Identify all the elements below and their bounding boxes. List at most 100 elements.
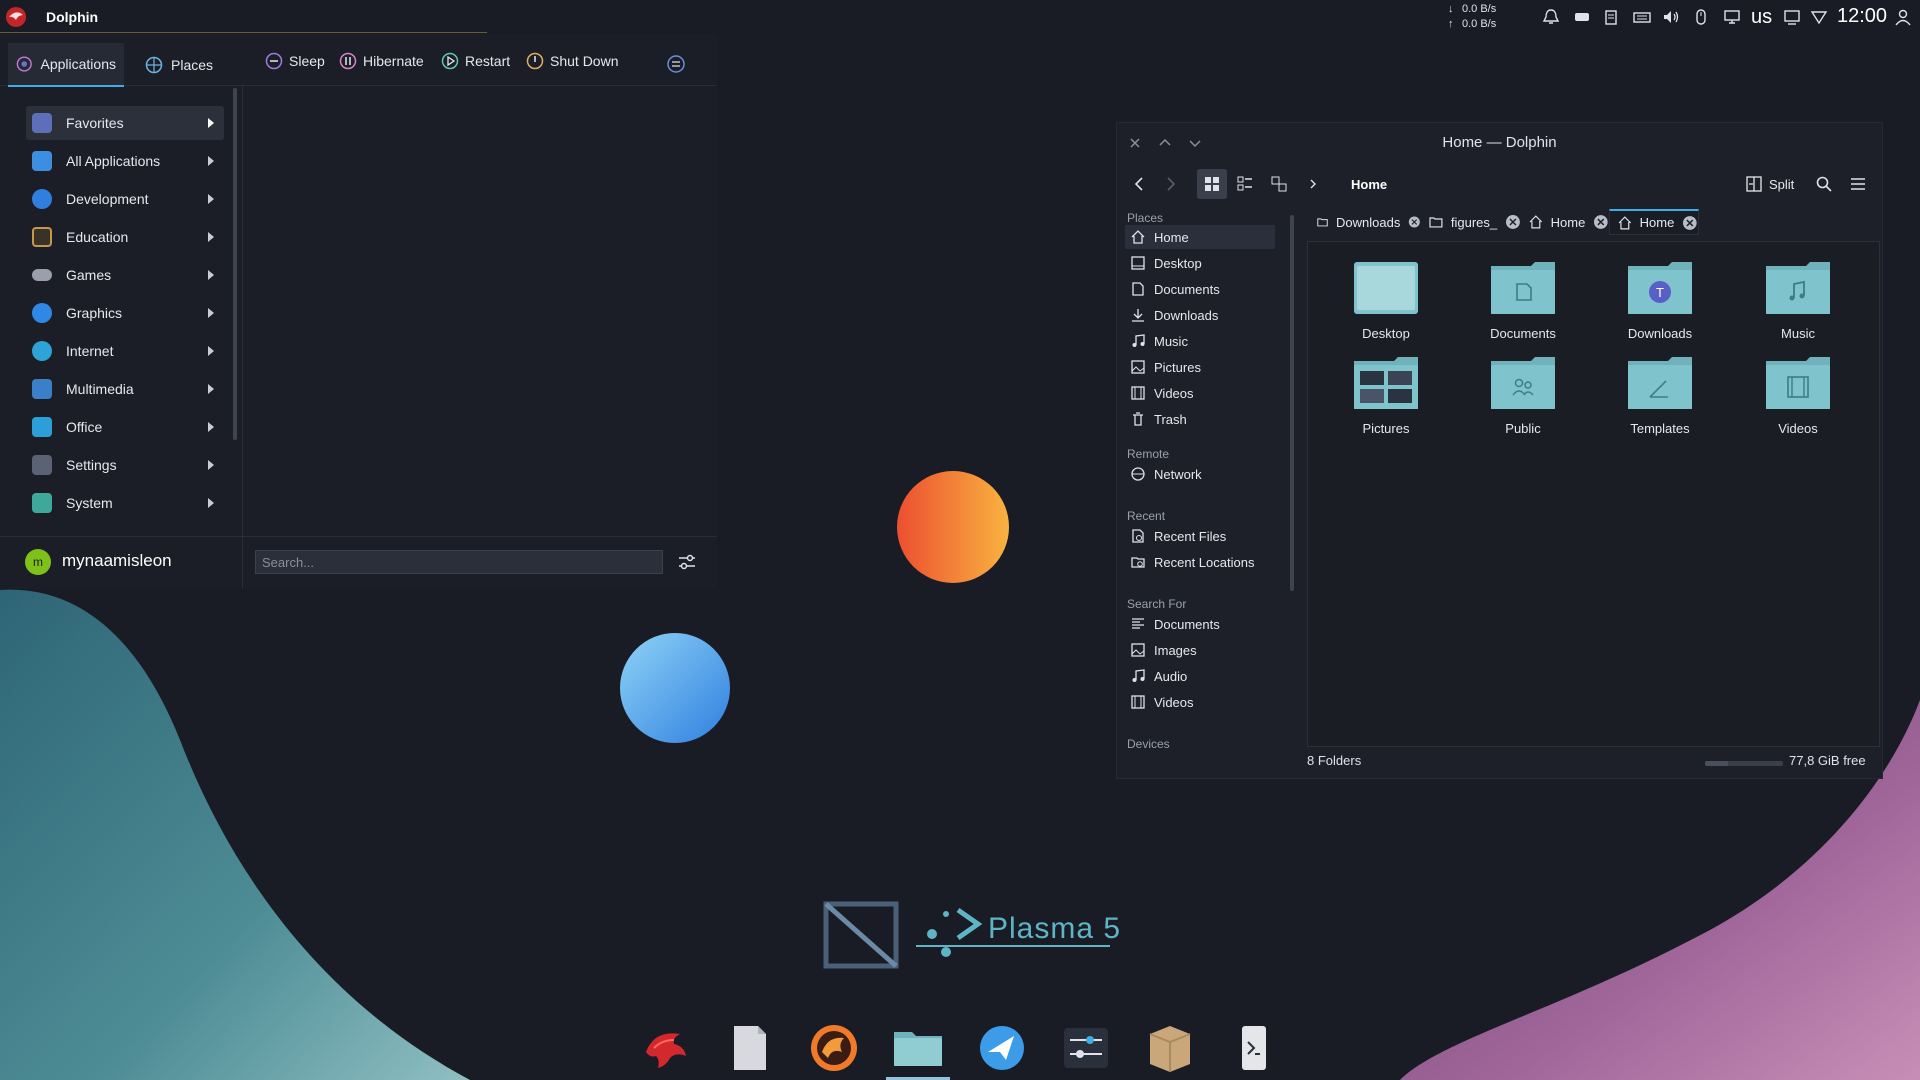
category-internet[interactable]: Internet — [26, 334, 224, 368]
breadcrumb[interactable]: Home — [1351, 177, 1387, 192]
screen-icon[interactable] — [1783, 8, 1801, 26]
split-button[interactable]: Split — [1745, 175, 1794, 193]
display-icon[interactable] — [1723, 8, 1741, 26]
forward-button[interactable] — [1155, 169, 1185, 199]
avatar[interactable]: m — [25, 549, 51, 575]
tab-figures[interactable]: figures_ — [1421, 209, 1521, 235]
sleep-button[interactable]: Sleep — [265, 52, 325, 70]
restart-button[interactable]: Restart — [441, 52, 510, 70]
category-development[interactable]: Development — [26, 182, 224, 216]
keyboard-icon[interactable] — [1633, 8, 1651, 26]
sidebar-item-label: Recent Locations — [1154, 554, 1255, 570]
category-label: Favorites — [66, 115, 124, 131]
tab-applications[interactable]: Applications — [8, 43, 124, 87]
folder-name: Music — [1781, 326, 1815, 341]
folder-videos[interactable]: Videos — [1738, 351, 1858, 441]
category-label: Internet — [66, 343, 114, 359]
clipboard-icon[interactable] — [1602, 8, 1620, 26]
icons-view-button[interactable] — [1197, 169, 1227, 199]
tab-downloads[interactable]: Downloads — [1309, 209, 1421, 235]
package-icon[interactable] — [1144, 1022, 1196, 1074]
notifications-icon[interactable] — [1542, 8, 1560, 26]
category-multimedia[interactable]: Multimedia — [26, 372, 224, 406]
wifi-icon[interactable] — [1810, 8, 1828, 26]
details-view-button[interactable] — [1264, 169, 1294, 199]
garuda-menu-icon[interactable] — [4, 6, 28, 28]
search-input[interactable] — [255, 550, 663, 574]
sidebar-item-recent-locations[interactable]: Recent Locations — [1125, 550, 1275, 574]
category-system[interactable]: System — [26, 486, 224, 520]
shutdown-icon — [526, 52, 544, 70]
sidebar-item-label: Videos — [1154, 694, 1194, 710]
file-view[interactable]: Desktop Documents T Downloads Music Pict… — [1307, 241, 1880, 747]
folder-templates[interactable]: Templates — [1600, 351, 1720, 441]
folder-documents-icon — [1491, 262, 1555, 314]
sidebar-item-search-audio[interactable]: Audio — [1125, 664, 1275, 688]
category-label: Development — [66, 191, 149, 207]
system-settings-icon[interactable] — [1060, 1022, 1112, 1074]
shutdown-button[interactable]: Shut Down — [526, 52, 618, 70]
category-education[interactable]: Education — [26, 220, 224, 254]
sidebar-item-trash[interactable]: Trash — [1125, 407, 1275, 431]
folder-pictures-icon — [1354, 357, 1418, 409]
category-scrollbar[interactable] — [233, 88, 237, 440]
sidebar-item-music[interactable]: Music — [1125, 329, 1275, 353]
sidebar-item-home[interactable]: Home — [1125, 225, 1275, 249]
close-tab-icon[interactable] — [1593, 214, 1609, 230]
category-favorites[interactable]: Favorites — [26, 106, 224, 140]
back-button[interactable] — [1125, 169, 1155, 199]
folder-documents[interactable]: Documents — [1463, 256, 1583, 346]
sidebar-item-search-documents[interactable]: Documents — [1125, 612, 1275, 636]
folder-downloads[interactable]: T Downloads — [1600, 256, 1720, 346]
sidebar-item-network[interactable]: Network — [1125, 462, 1275, 486]
category-settings[interactable]: Settings — [26, 448, 224, 482]
mouse-icon[interactable] — [1692, 8, 1710, 26]
places-panel: Places Home Desktop Documents Downloads … — [1117, 211, 1287, 776]
sidebar-item-search-videos[interactable]: Videos — [1125, 690, 1275, 714]
category-all-applications[interactable]: All Applications — [26, 144, 224, 178]
firedragon-browser-icon[interactable] — [808, 1022, 860, 1074]
category-office[interactable]: Office — [26, 410, 224, 444]
sidebar-item-videos[interactable]: Videos — [1125, 381, 1275, 405]
sidebar-item-documents[interactable]: Documents — [1125, 277, 1275, 301]
sidebar-item-label: Music — [1154, 333, 1188, 349]
chevron-right-icon — [208, 156, 214, 166]
menu-button[interactable] — [1843, 169, 1873, 199]
close-tab-icon[interactable] — [1505, 214, 1521, 230]
tab-places[interactable]: Places — [137, 43, 227, 87]
folder-pictures[interactable]: Pictures — [1326, 351, 1446, 441]
leave-options-icon[interactable] — [666, 54, 686, 74]
sidebar-item-pictures[interactable]: Pictures — [1125, 355, 1275, 379]
compact-view-button[interactable] — [1230, 169, 1260, 199]
configure-filter-icon[interactable] — [676, 551, 698, 573]
clock[interactable]: 12:00 — [1837, 5, 1887, 28]
hibernate-button[interactable]: Hibernate — [339, 52, 424, 70]
tab-home[interactable]: Home — [1521, 209, 1609, 235]
folder-desktop[interactable]: Desktop — [1326, 256, 1446, 346]
close-tab-icon[interactable] — [1682, 215, 1698, 231]
disk-icon[interactable] — [1573, 8, 1591, 26]
sidebar-item-downloads[interactable]: Downloads — [1125, 303, 1275, 327]
category-games[interactable]: Games — [26, 258, 224, 292]
text-file-icon[interactable] — [724, 1022, 776, 1074]
tab-home-active[interactable]: Home — [1609, 209, 1699, 235]
garuda-eagle-icon[interactable] — [640, 1022, 692, 1074]
folder-name: Downloads — [1627, 326, 1693, 341]
folder-public[interactable]: Public — [1463, 351, 1583, 441]
close-tab-icon[interactable] — [1408, 214, 1421, 230]
sidebar-item-search-images[interactable]: Images — [1125, 638, 1275, 662]
category-graphics[interactable]: Graphics — [26, 296, 224, 330]
sidebar-item-label: Documents — [1154, 281, 1220, 297]
file-manager-icon[interactable] — [892, 1022, 944, 1074]
terminal-icon[interactable] — [1228, 1022, 1280, 1074]
sidebar-item-recent-files[interactable]: Recent Files — [1125, 524, 1275, 548]
kdeconnect-icon[interactable] — [976, 1022, 1028, 1074]
keyboard-layout-indicator[interactable]: us — [1751, 6, 1772, 29]
folder-music[interactable]: Music — [1738, 256, 1858, 346]
window-titlebar[interactable]: Home — Dolphin — [1117, 123, 1882, 163]
user-icon[interactable] — [1894, 8, 1912, 26]
sidebar-item-desktop[interactable]: Desktop — [1125, 251, 1275, 275]
places-scrollbar[interactable] — [1290, 215, 1294, 591]
volume-icon[interactable] — [1662, 8, 1680, 26]
search-button[interactable] — [1809, 169, 1839, 199]
